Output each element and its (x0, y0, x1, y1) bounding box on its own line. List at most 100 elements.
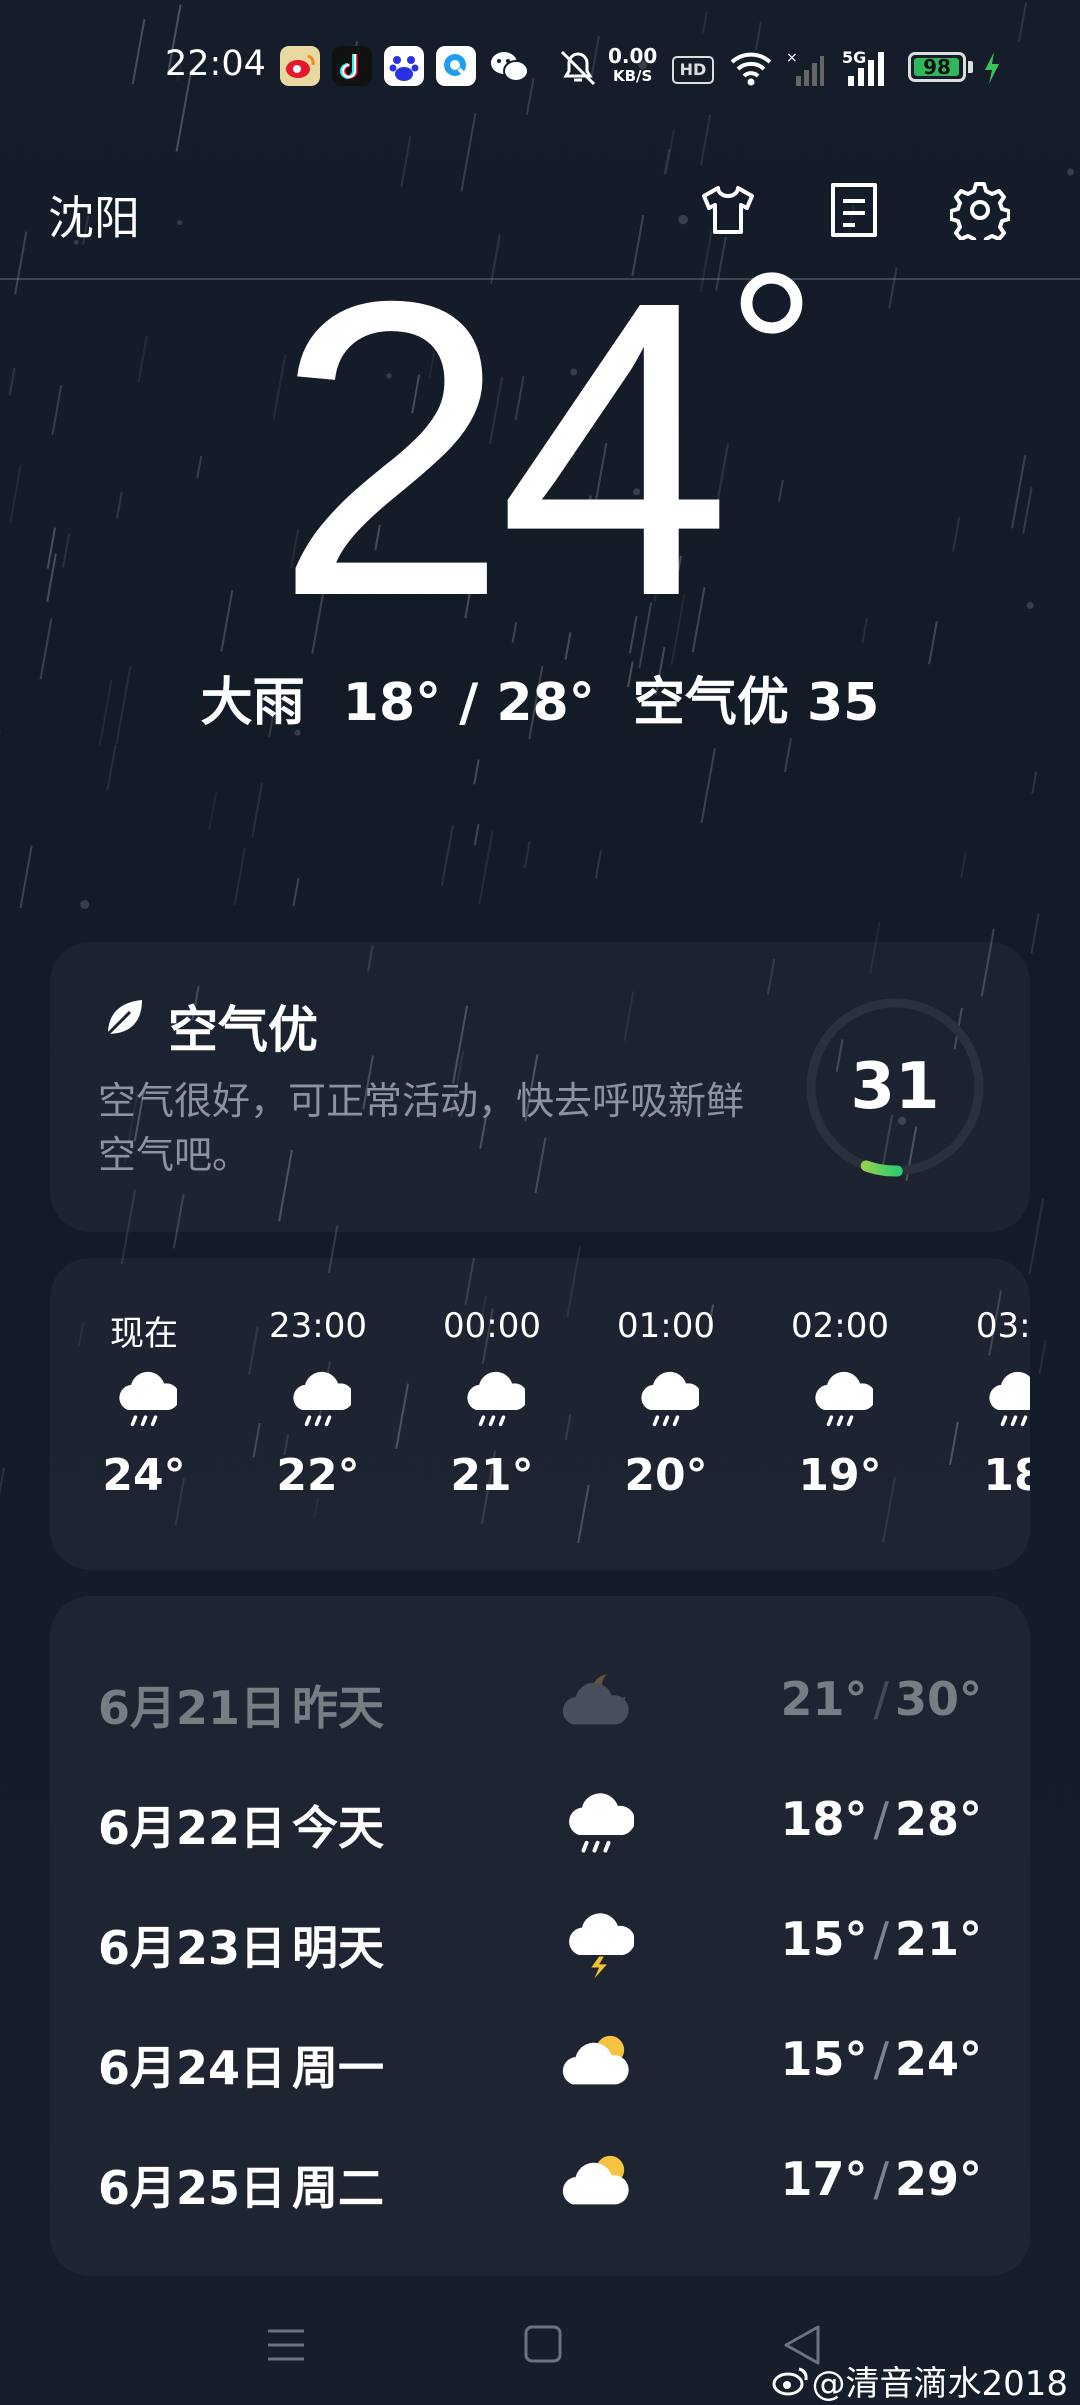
temperature-range: 18° / 28° (343, 673, 595, 733)
recent-apps-button[interactable] (246, 2310, 326, 2380)
aqi-summary[interactable]: 空气优 35 (633, 673, 879, 733)
day-high: 21° (895, 1912, 982, 1966)
home-button[interactable] (504, 2310, 584, 2380)
menu-icon (264, 2325, 308, 2365)
rain-cloud-icon (558, 1788, 634, 1860)
temp-separator: / (873, 2032, 889, 2086)
day-temperature-range: 21°/30° (780, 1672, 982, 1726)
day-low: 17° (780, 2152, 867, 2206)
hourly-item: 23:00 22° (258, 1306, 378, 1501)
rain-cloud-icon (954, 1350, 1030, 1450)
battery-nub (968, 61, 973, 73)
thunderstorm-icon (558, 1908, 634, 1980)
day-name: 昨天 (292, 1672, 384, 1738)
weather-summary: 大雨 18° / 28° 空气优 35 (0, 660, 1080, 735)
battery-text: 98 (911, 55, 963, 79)
battery-indicator: 98 (908, 52, 966, 82)
daily-row[interactable]: 6月24日 周一 15°/24° (50, 2004, 1030, 2124)
day-high: 24° (895, 2032, 982, 2086)
day-low: 18° (780, 1792, 867, 1846)
watermark: @清音滴水2018 (771, 2356, 1068, 2405)
current-temperature: 24° (0, 240, 1080, 728)
wifi-icon (728, 48, 774, 88)
signal-sim1-icon: × (784, 50, 824, 88)
hour-time: 00:00 (432, 1306, 552, 1350)
charging-icon (982, 50, 1002, 86)
condition-text: 大雨 (201, 673, 305, 733)
hour-time: 02:00 (780, 1306, 900, 1350)
day-name: 明天 (292, 1912, 384, 1978)
hd-badge: HD (672, 56, 714, 84)
hourly-item: 00:00 21° (432, 1306, 552, 1501)
day-low: 15° (780, 2032, 867, 2086)
day-date: 6月21日 (98, 1672, 286, 1738)
city-name[interactable]: 沈阳 (48, 182, 140, 248)
hour-temp: 19° (780, 1450, 900, 1501)
weibo-icon (280, 46, 320, 86)
rain-cloud-icon (258, 1350, 378, 1450)
day-temperature-range: 15°/24° (780, 2032, 982, 2086)
hour-temp: 24° (84, 1450, 204, 1501)
day-name: 周一 (292, 2032, 384, 2098)
mute-icon (556, 46, 600, 88)
day-date: 6月23日 (98, 1912, 286, 1978)
wechat-icon (488, 46, 528, 86)
qq-browser-icon (436, 46, 476, 86)
air-quality-card[interactable]: 空气优 空气很好，可正常活动，快去呼吸新鲜空气吧。 31 (50, 942, 1030, 1232)
day-high: 29° (895, 2152, 982, 2206)
weibo-logo-icon (771, 2364, 811, 2398)
day-name: 周二 (292, 2152, 384, 2218)
svg-text:×: × (786, 50, 798, 66)
signal-sim2-icon (846, 50, 888, 88)
air-quality-description: 空气很好，可正常活动，快去呼吸新鲜空气吧。 (98, 1074, 758, 1182)
settings-button[interactable] (944, 174, 1016, 246)
partly-cloudy-icon (558, 2028, 634, 2100)
rain-cloud-icon (780, 1350, 900, 1450)
day-high: 30° (895, 1672, 982, 1726)
rain-cloud-icon (606, 1350, 726, 1450)
partly-cloudy-icon (558, 2148, 634, 2220)
hourly-item: 现在 24° (84, 1306, 204, 1501)
hourly-forecast-card[interactable]: 现在 24° 23:00 22° 00:00 21° 01:00 20° 02:00 1… (50, 1258, 1030, 1570)
partly-cloudy-night-icon (558, 1668, 634, 1740)
day-temperature-range: 15°/21° (780, 1912, 982, 1966)
status-time: 22:04 (165, 44, 266, 84)
rain-cloud-icon (432, 1350, 552, 1450)
status-bar: 22:04 0.00 KB/S HD × 5G (0, 0, 1080, 130)
daily-forecast-card[interactable]: 6月21日 昨天 21°/30° 6月22日 今天 18°/28° 6月23日 … (50, 1596, 1030, 2276)
rain-cloud-icon (84, 1350, 204, 1450)
temp-separator: / (873, 1672, 889, 1726)
network-speed: 0.00 KB/S (608, 46, 657, 86)
degree-symbol: ° (728, 227, 806, 473)
baidu-icon (384, 46, 424, 86)
day-low: 21° (780, 1672, 867, 1726)
aqi-value: 31 (802, 994, 988, 1180)
hourly-item: 02:00 19° (780, 1306, 900, 1501)
hour-temp: 18 (954, 1450, 1030, 1501)
leaf-icon (100, 994, 148, 1042)
home-icon (522, 2323, 566, 2367)
temp-separator: / (873, 2152, 889, 2206)
notes-button[interactable] (818, 174, 890, 246)
notes-icon (827, 181, 881, 239)
day-high: 28° (895, 1792, 982, 1846)
day-date: 6月24日 (98, 2032, 286, 2098)
day-low: 15° (780, 1912, 867, 1966)
hour-time: 23:00 (258, 1306, 378, 1350)
hour-temp: 22° (258, 1450, 378, 1501)
day-date: 6月25日 (98, 2152, 286, 2218)
day-name: 今天 (292, 1792, 384, 1858)
douyin-icon (332, 46, 372, 86)
temp-separator: / (873, 1792, 889, 1846)
hourly-item: 01:00 20° (606, 1306, 726, 1501)
hour-temp: 20° (606, 1450, 726, 1501)
temp-separator: / (873, 1912, 889, 1966)
daily-row[interactable]: 6月23日 明天 15°/21° (50, 1884, 1030, 2004)
hour-time: 现在 (84, 1306, 204, 1350)
hour-time: 01:00 (606, 1306, 726, 1350)
day-temperature-range: 18°/28° (780, 1792, 982, 1846)
daily-row[interactable]: 6月21日 昨天 21°/30° (50, 1644, 1030, 1764)
daily-row[interactable]: 6月22日 今天 18°/28° (50, 1764, 1030, 1884)
daily-row[interactable]: 6月25日 周二 17°/29° (50, 2124, 1030, 2244)
day-date: 6月22日 (98, 1792, 286, 1858)
